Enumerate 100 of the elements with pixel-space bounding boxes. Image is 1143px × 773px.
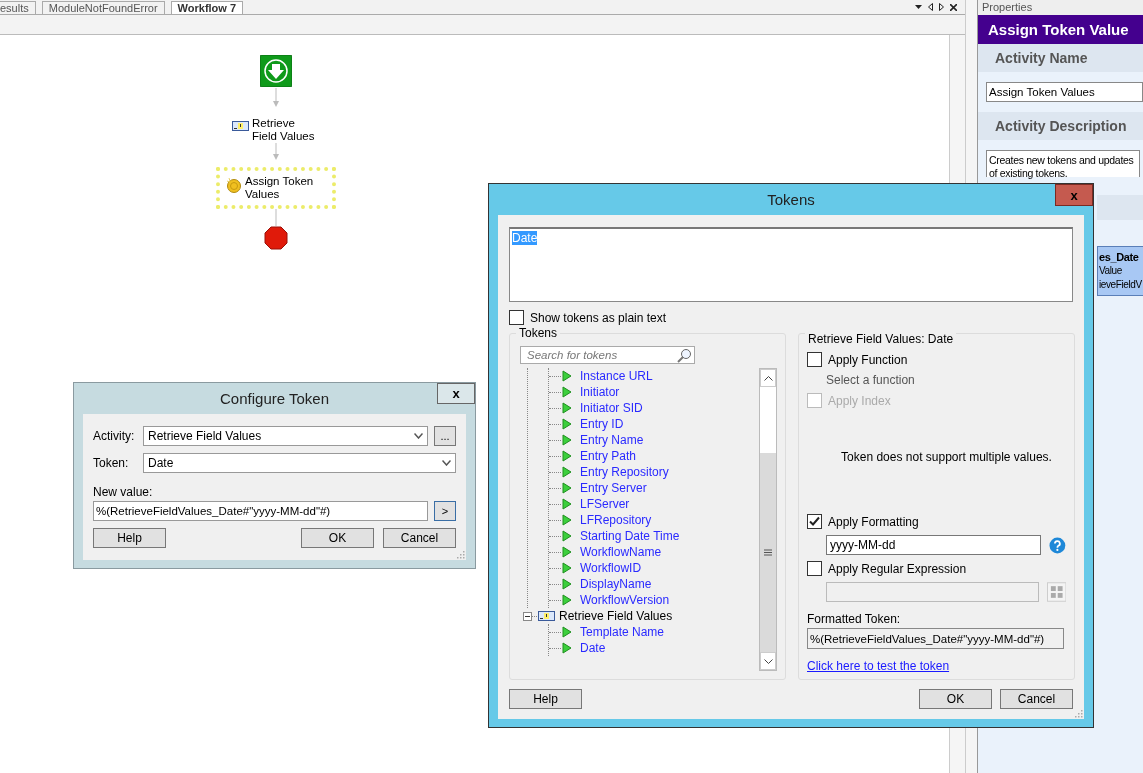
checkbox[interactable] xyxy=(807,352,822,367)
insert-token-button[interactable]: > xyxy=(434,501,456,521)
tree-item[interactable]: Starting Date Time xyxy=(580,529,680,543)
tree-item[interactable]: Initiator xyxy=(580,385,620,399)
activity-dropdown[interactable]: Retrieve Field Values xyxy=(143,426,428,446)
tree-item[interactable]: WorkflowName xyxy=(580,545,662,559)
token-icon xyxy=(562,402,572,414)
search-icon xyxy=(677,347,692,363)
tab[interactable]: Workflow 7 xyxy=(170,1,244,14)
activity-heading: Assign Token Value xyxy=(978,15,1143,44)
dialog-title: Configure Token xyxy=(220,390,329,407)
token-icon xyxy=(562,562,572,574)
dialog-button[interactable]: Help xyxy=(509,689,582,709)
token-icon xyxy=(562,482,572,494)
token-icon xyxy=(562,386,572,398)
group-title: Retrieve Field Values: Date xyxy=(805,332,957,346)
dialog-button[interactable]: Cancel xyxy=(1000,689,1073,709)
help-icon[interactable] xyxy=(1049,536,1066,554)
tree-item[interactable]: Entry Repository xyxy=(580,465,669,479)
value-field[interactable]: %(RetrieveFieldValues_Date#"yyyy-MM-dd"#) xyxy=(93,501,428,521)
checkbox-label: Apply Regular Expression xyxy=(828,561,967,576)
scroll-left-icon[interactable] xyxy=(928,3,933,11)
dialog-button[interactable]: OK xyxy=(301,528,374,548)
token-icon xyxy=(562,514,572,526)
section-header: Activity Description xyxy=(978,112,1143,140)
connector-arrow xyxy=(272,143,280,161)
token-icon xyxy=(562,546,572,558)
close-button[interactable]: x xyxy=(437,383,475,404)
checkbox-label: Apply Formatting xyxy=(828,514,919,529)
token-icon xyxy=(562,370,572,382)
token-icon xyxy=(562,498,572,510)
resize-grip-icon[interactable] xyxy=(1074,709,1083,718)
token-card[interactable]: es_Date Value ieveFieldV xyxy=(1097,246,1143,296)
formatted-token-field[interactable]: %(RetrieveFieldValues_Date#"yyyy-MM-dd"#) xyxy=(807,628,1064,649)
resize-grip-icon[interactable] xyxy=(456,550,465,559)
tree-item[interactable]: LFRepository xyxy=(580,513,652,527)
tree-item[interactable]: Entry Server xyxy=(580,481,647,495)
token-icon xyxy=(562,578,572,590)
scroll-right-icon[interactable] xyxy=(939,3,944,11)
tree-item[interactable]: Template Name xyxy=(580,625,665,639)
activity-node[interactable]: Retrieve Field Values xyxy=(222,109,327,151)
scroll-up-icon[interactable] xyxy=(763,375,773,381)
dropdown-icon[interactable] xyxy=(915,4,922,10)
scroll-down-icon[interactable] xyxy=(763,658,773,664)
regex-field[interactable] xyxy=(826,582,1039,602)
dialog-button[interactable]: Help xyxy=(93,528,166,548)
search-field[interactable]: Search for tokens xyxy=(520,346,695,364)
close-icon[interactable] xyxy=(950,3,957,11)
tree-item[interactable]: LFServer xyxy=(580,497,630,511)
token-icon xyxy=(562,418,572,430)
checkbox[interactable] xyxy=(807,561,822,576)
card-text: ieveFieldV xyxy=(1099,278,1143,292)
format-field[interactable]: yyyy-MM-dd xyxy=(826,535,1042,555)
tree-item[interactable]: Entry Name xyxy=(580,433,644,447)
dialog-button[interactable]: OK xyxy=(919,689,992,709)
token-icon xyxy=(562,530,572,542)
collapse-icon[interactable] xyxy=(523,611,532,621)
scrollbar[interactable] xyxy=(759,368,777,671)
token-icon xyxy=(562,626,572,638)
token-icon xyxy=(562,450,572,462)
dialog-button[interactable]: Cancel xyxy=(383,528,456,548)
checkbox-label: Show tokens as plain text xyxy=(530,310,667,325)
dialog-title: Tokens xyxy=(767,191,815,208)
tree-item[interactable]: Retrieve Field Values xyxy=(559,609,673,623)
field-label: Formatted Token: xyxy=(807,612,902,626)
info-message: Token does not support multiple values. xyxy=(840,450,1053,464)
start-icon[interactable] xyxy=(260,55,292,87)
description-field[interactable]: Creates new tokens and updates of existing tokens. xyxy=(986,150,1140,177)
stop-icon[interactable] xyxy=(264,226,288,250)
test-token-link[interactable]: Click here to test the token xyxy=(807,659,950,673)
checkbox[interactable] xyxy=(807,514,822,529)
tree-item[interactable]: DisplayName xyxy=(580,577,652,591)
token-icon xyxy=(562,434,572,446)
tree-item[interactable]: Entry ID xyxy=(580,417,624,431)
panel-title: Properties xyxy=(978,0,1143,15)
connector-arrow xyxy=(272,88,280,108)
token-dropdown[interactable]: Date xyxy=(143,453,456,473)
coin-icon xyxy=(226,177,242,193)
form-icon xyxy=(232,121,249,131)
tree-item[interactable]: WorkflowID xyxy=(580,561,642,575)
search-input[interactable]: Search for tokens xyxy=(527,349,677,361)
tab[interactable]: ModuleNotFoundError xyxy=(41,1,165,14)
browse-button[interactable]: ... xyxy=(434,426,456,446)
tree-item[interactable]: Instance URL xyxy=(580,369,653,383)
name-field[interactable]: Assign Token Values xyxy=(986,82,1143,102)
checkbox[interactable] xyxy=(509,310,524,325)
grip-icon xyxy=(764,549,772,556)
section-header: Activity Name xyxy=(978,44,1143,72)
checkbox-label: Apply Index xyxy=(828,393,891,408)
close-button[interactable]: x xyxy=(1055,184,1093,206)
checkbox-label: Apply Function xyxy=(828,352,908,367)
activity-node[interactable]: Assign Token Values xyxy=(216,167,336,209)
field-label: Token: xyxy=(93,456,130,470)
tree-item[interactable]: Initiator SID xyxy=(580,401,643,415)
tree-item[interactable]: Date xyxy=(580,641,606,655)
tree-item[interactable]: WorkflowVersion xyxy=(580,593,670,607)
tree-item[interactable]: Entry Path xyxy=(580,449,637,463)
caret-icon xyxy=(414,433,423,439)
card-text: Value xyxy=(1099,264,1123,278)
tab[interactable]: esults xyxy=(0,1,36,14)
